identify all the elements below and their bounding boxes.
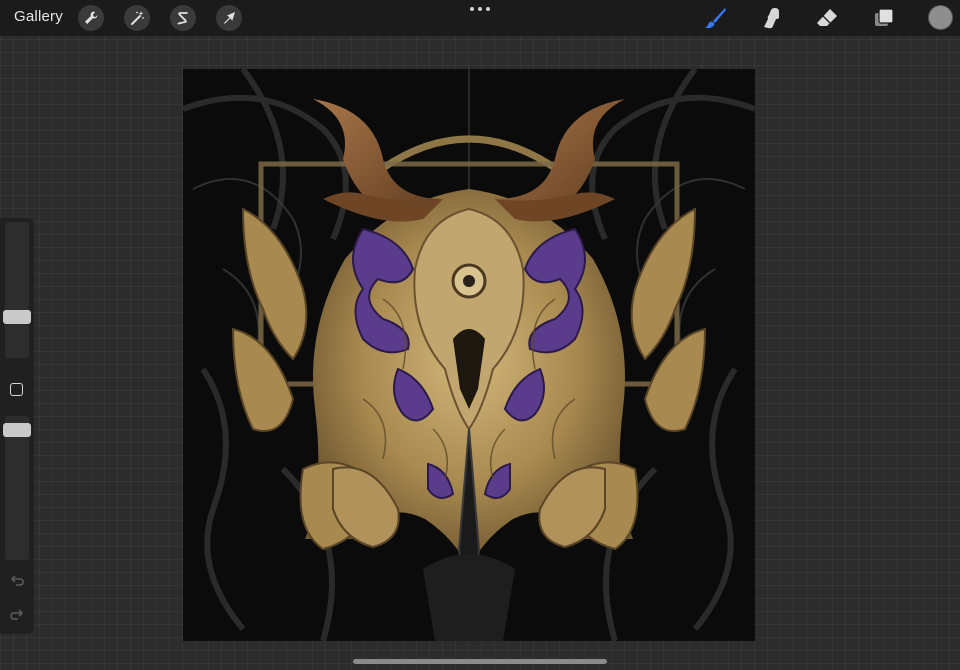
color-picker-button[interactable] <box>929 6 952 29</box>
wrench-icon <box>85 11 98 24</box>
brush-icon <box>705 8 726 29</box>
modify-button[interactable] <box>10 383 23 396</box>
smudge-tool-button[interactable] <box>757 4 785 32</box>
brush-size-slider[interactable] <box>5 222 29 358</box>
procreate-app: Gallery <box>0 0 960 670</box>
eraser-tool-button[interactable] <box>813 4 841 32</box>
smudge-finger-icon <box>764 8 779 29</box>
selection-s-icon <box>177 12 188 25</box>
transform-button[interactable] <box>216 5 242 31</box>
top-toolbar: Gallery <box>0 0 960 36</box>
layers-icon <box>875 8 894 26</box>
undo-button[interactable] <box>9 572 25 588</box>
selection-button[interactable] <box>170 5 196 31</box>
home-indicator[interactable] <box>353 659 607 664</box>
brush-opacity-slider[interactable] <box>5 416 29 560</box>
artwork-illustration <box>183 69 755 641</box>
adjustments-button[interactable] <box>124 5 150 31</box>
magic-wand-icon <box>131 11 144 25</box>
drawing-canvas[interactable] <box>183 69 755 641</box>
more-dots-icon <box>470 7 474 11</box>
gallery-button[interactable]: Gallery <box>14 8 63 25</box>
brush-size-thumb[interactable] <box>3 310 31 324</box>
arrow-cursor-icon <box>224 12 235 24</box>
left-sidebar <box>0 218 34 634</box>
more-menu-button[interactable] <box>470 2 490 16</box>
layers-tool-button[interactable] <box>870 4 898 32</box>
redo-button[interactable] <box>9 606 25 622</box>
actions-button[interactable] <box>78 5 104 31</box>
brush-tool-button[interactable] <box>701 4 729 32</box>
eraser-icon <box>817 9 837 26</box>
brush-opacity-thumb[interactable] <box>3 423 31 437</box>
